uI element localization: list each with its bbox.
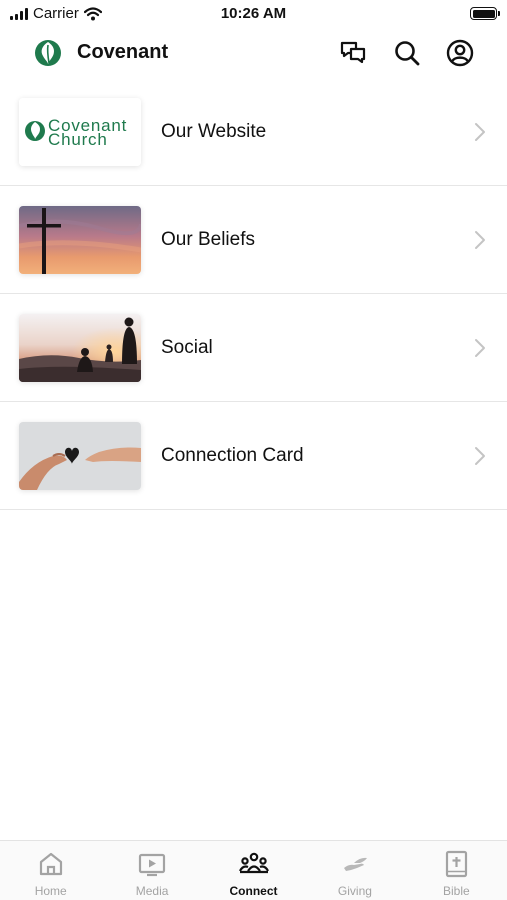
list-item-connection-card[interactable]: Connection Card	[0, 402, 507, 510]
chevron-right-icon	[475, 123, 485, 141]
website-thumbnail: Covenant Church	[19, 98, 141, 166]
tab-label: Bible	[442, 884, 470, 898]
beliefs-thumbnail	[19, 206, 141, 274]
list-item-social[interactable]: Social	[0, 294, 507, 402]
church-logo-icon[interactable]	[34, 39, 62, 67]
item-label: Social	[161, 337, 213, 358]
tab-label: Media	[135, 884, 169, 898]
tab-media[interactable]: Media	[101, 841, 202, 900]
account-icon[interactable]	[446, 39, 474, 67]
app-header: Covenant	[0, 28, 507, 78]
item-label: Connection Card	[161, 445, 304, 466]
list-item-our-website[interactable]: Covenant Church Our Website	[0, 78, 507, 186]
chevron-right-icon	[475, 231, 485, 249]
bible-icon	[446, 850, 468, 878]
chat-icon[interactable]	[339, 39, 367, 67]
item-label: Our Beliefs	[161, 229, 255, 250]
chevron-right-icon	[475, 339, 485, 357]
battery-icon	[470, 7, 500, 20]
status-time: 10:26 AM	[220, 5, 287, 22]
tab-connect[interactable]: Connect	[203, 841, 304, 900]
item-label: Our Website	[161, 121, 267, 142]
home-icon	[39, 852, 62, 876]
connection-card-thumbnail	[19, 422, 141, 490]
chevron-right-icon	[475, 447, 485, 465]
search-icon[interactable]	[393, 39, 421, 67]
tab-bible[interactable]: Bible	[406, 841, 507, 900]
app-title: Covenant	[77, 41, 169, 63]
tab-home[interactable]: Home	[0, 841, 101, 900]
thumb-text-line2: Church	[48, 130, 108, 149]
connect-list: Covenant Church Our Website Our Beliefs …	[0, 78, 507, 510]
list-item-our-beliefs[interactable]: Our Beliefs	[0, 186, 507, 294]
tab-bar: Home Media Connect Giving Bible	[0, 840, 507, 900]
media-icon	[139, 853, 166, 877]
tab-label: Home	[34, 884, 67, 898]
tab-giving[interactable]: Giving	[304, 841, 405, 900]
social-thumbnail	[19, 314, 141, 382]
giving-hand-icon	[343, 857, 367, 871]
tab-label: Giving	[337, 884, 372, 898]
tab-label: Connect	[229, 884, 278, 898]
status-bar: Carrier 10:26 AM	[0, 0, 507, 28]
people-icon	[238, 852, 269, 874]
